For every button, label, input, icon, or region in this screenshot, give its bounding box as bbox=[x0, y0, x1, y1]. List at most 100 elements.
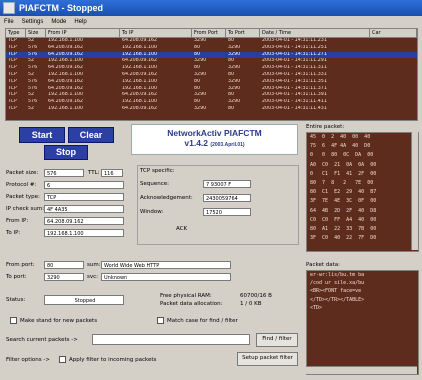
from-port-field[interactable]: 80 bbox=[44, 261, 84, 269]
window-field[interactable]: 17520 bbox=[203, 208, 251, 216]
table-cell: 2003-04-01 - 14:31:11.251 bbox=[262, 44, 327, 50]
table-cell: 3290 bbox=[194, 105, 207, 111]
hex-line: 3F 7E 4E 3C 0F 00 bbox=[310, 198, 377, 205]
to-port-field[interactable]: 3290 bbox=[44, 273, 84, 281]
table-cell: 80 bbox=[194, 85, 201, 91]
table-cell: 3290 bbox=[194, 71, 207, 77]
table-row[interactable]: TCP 576 64.208.09.162 192.168.1.100 80 3290 20… bbox=[6, 51, 417, 59]
protocol-label: Protocol #: bbox=[6, 182, 37, 188]
column-header[interactable]: From IP bbox=[46, 29, 120, 38]
free-ram-value: 60700/16 B bbox=[240, 293, 272, 299]
packet-type-field[interactable]: TCP bbox=[44, 193, 124, 201]
table-cell: 80 bbox=[228, 58, 235, 64]
column-header[interactable]: From Port bbox=[192, 29, 226, 38]
table-row[interactable]: TCP 52 192.168.1.100 64.208.09.162 3290 80 200… bbox=[6, 92, 417, 99]
table-cell: 192.168.1.100 bbox=[122, 44, 158, 50]
status-value: Stopped bbox=[44, 295, 124, 305]
menu-file[interactable]: File bbox=[4, 19, 14, 25]
entire-packet-label: Entire packet: bbox=[306, 124, 345, 130]
packet-alloc-label: Packet data allocation: bbox=[160, 301, 223, 307]
table-row[interactable]: TCP 576 64.208.09.162 192.168.1.100 80 3290 20… bbox=[6, 86, 417, 93]
table-row[interactable]: TCP 576 64.208.09.162 192.168.1.100 80 3290 20… bbox=[6, 65, 417, 72]
table-cell bbox=[370, 45, 417, 52]
table-cell: 52 bbox=[28, 105, 35, 111]
packet-type-label: Packet type: bbox=[6, 194, 40, 200]
table-cell bbox=[370, 72, 417, 79]
table-cell: 576 bbox=[28, 65, 38, 71]
table-cell bbox=[370, 92, 417, 99]
table-cell: TCP bbox=[8, 51, 17, 57]
column-header[interactable]: Date / Time bbox=[260, 29, 370, 38]
match-case-checkbox[interactable] bbox=[157, 317, 164, 324]
menu-mode[interactable]: Mode bbox=[51, 19, 66, 25]
table-cell: 576 bbox=[28, 78, 38, 84]
column-header[interactable]: To Port bbox=[226, 29, 260, 38]
hex-view[interactable]: 45 0 2 40 00 40 75 6 4F 4A 40 D0 0 0 80 0C… bbox=[306, 132, 419, 252]
from-ip-label: From IP: bbox=[6, 218, 29, 224]
packet-size-field[interactable]: 576 bbox=[44, 169, 84, 177]
table-cell: 52 bbox=[28, 58, 35, 64]
packet-text-view[interactable]: er-wr:lis/bu.tm ba/cod ur sile.xa/bu <BR>… bbox=[306, 270, 419, 375]
sequence-field[interactable]: 7 93007 F bbox=[203, 180, 251, 188]
find-filter-button[interactable]: Find / filter bbox=[256, 333, 298, 347]
table-cell: 2003-04-01 - 14:31:11.311 bbox=[262, 65, 327, 71]
setup-filter-button[interactable]: Setup packet filter bbox=[237, 352, 298, 366]
table-cell: 2003-04-01 - 14:31:11.291 bbox=[262, 58, 327, 64]
table-cell: 80 bbox=[194, 51, 201, 57]
table-row[interactable]: TCP 576 64.208.09.162 192.168.1.100 80 3290 20… bbox=[6, 99, 417, 106]
column-header[interactable]: Type bbox=[6, 29, 26, 38]
table-cell: 2003-04-01 - 14:31:11.411 bbox=[262, 99, 327, 105]
table-cell: 64.208.09.162 bbox=[48, 99, 84, 105]
table-cell: 3290 bbox=[194, 58, 207, 64]
product-version-line: v1.4.2 (2003.April.01) bbox=[132, 138, 297, 148]
column-header[interactable]: Size bbox=[26, 29, 46, 38]
table-row[interactable]: TCP 576 64.208.09.162 192.168.1.100 80 3290 20… bbox=[6, 45, 417, 52]
table-cell: TCP bbox=[8, 105, 17, 111]
table-cell: 192.168.1.100 bbox=[48, 58, 84, 64]
to-port-service-label: svc: bbox=[87, 274, 98, 280]
menu-settings[interactable]: Settings bbox=[22, 19, 44, 25]
from-port-service-label: sum: bbox=[87, 262, 101, 268]
table-cell: TCP bbox=[8, 78, 17, 84]
stop-button[interactable]: Stop bbox=[44, 145, 88, 160]
to-port-service-field[interactable]: Unknown bbox=[101, 273, 231, 281]
start-button[interactable]: Start bbox=[19, 127, 65, 143]
scroll-new-packets-checkbox[interactable] bbox=[10, 317, 17, 324]
ack-label: Acknowledgement: bbox=[140, 195, 193, 201]
to-ip-field[interactable]: 192.168.1.100 bbox=[44, 229, 124, 237]
product-version: v1.4.2 bbox=[184, 138, 209, 148]
packet-list[interactable]: Type Size From IP To IP From Port To Por… bbox=[5, 28, 418, 121]
table-row[interactable]: TCP 576 64.208.09.162 192.168.1.100 80 3290 20… bbox=[6, 79, 417, 86]
search-input[interactable] bbox=[92, 334, 250, 345]
protocol-field[interactable]: 6 bbox=[44, 181, 124, 189]
table-cell: 2003-04-01 - 14:31:11.391 bbox=[262, 92, 327, 98]
from-ip-field[interactable]: 64.208.09.162 bbox=[44, 217, 124, 225]
table-cell: TCP bbox=[8, 44, 17, 50]
apply-filter-checkbox[interactable] bbox=[59, 356, 66, 363]
table-cell: 192.168.1.100 bbox=[122, 85, 158, 91]
column-header[interactable]: Car bbox=[370, 29, 417, 38]
packet-list-header: Type Size From IP To IP From Port To Por… bbox=[6, 29, 417, 38]
menu-help[interactable]: Help bbox=[74, 19, 86, 25]
apply-filter-label: Apply filter to incoming packets bbox=[69, 357, 157, 363]
table-row[interactable]: TCP 52 192.168.1.100 64.208.09.162 3290 80 200… bbox=[6, 38, 417, 45]
to-port-label: To port: bbox=[6, 274, 27, 280]
ip-check-field[interactable]: 4F 4A35 bbox=[44, 205, 124, 213]
table-cell: 80 bbox=[194, 78, 201, 84]
table-cell: 64.208.09.162 bbox=[122, 58, 158, 64]
hex-line: 0 0 80 0C DA 00 bbox=[310, 152, 374, 159]
ack-field[interactable]: 2430059764 bbox=[203, 194, 251, 202]
ttl-field[interactable]: 116 bbox=[101, 169, 123, 177]
table-cell: 52 bbox=[28, 92, 35, 98]
table-row[interactable]: TCP 52 192.168.1.100 64.208.09.162 3290 80 200… bbox=[6, 106, 417, 113]
packet-alloc-value: 1 / 0 KB bbox=[240, 301, 262, 307]
hex-scrollbar[interactable] bbox=[411, 132, 418, 250]
table-row[interactable]: TCP 52 192.168.1.100 64.208.09.162 3290 80 200… bbox=[6, 58, 417, 65]
column-header[interactable]: To IP bbox=[120, 29, 192, 38]
table-row[interactable]: TCP 52 192.168.1.100 64.208.09.162 3290 80 200… bbox=[6, 72, 417, 79]
from-port-service-field[interactable]: World Wide Web HTTP bbox=[101, 261, 231, 269]
table-cell: 64.208.09.162 bbox=[48, 78, 84, 84]
clear-button[interactable]: Clear bbox=[68, 127, 114, 143]
table-cell: 192.168.1.100 bbox=[48, 38, 84, 43]
packet-text-scrollbar[interactable] bbox=[306, 366, 417, 374]
